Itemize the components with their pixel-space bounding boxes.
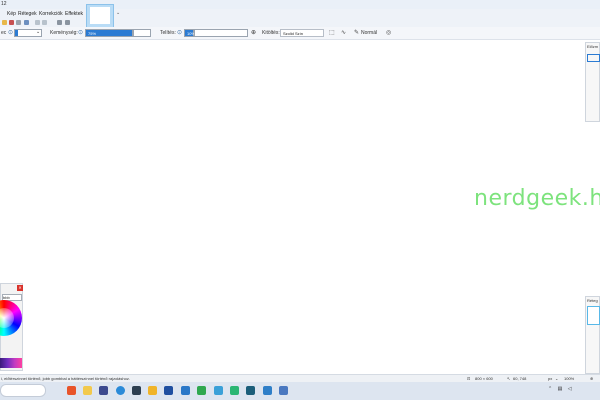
paintdotnet-icon[interactable] [279, 386, 288, 395]
history-panel: Előzm [585, 42, 600, 122]
undo-icon[interactable] [35, 20, 40, 25]
hardness-value: 75% [88, 31, 97, 36]
fill-label: Telítés: [160, 30, 176, 36]
hardness-label: Keménység: [50, 30, 78, 36]
fill-slider-rest[interactable] [194, 29, 248, 37]
cursor-icon: ↖ [507, 376, 511, 381]
notes-icon[interactable] [246, 386, 255, 395]
brave-icon[interactable] [67, 386, 76, 395]
fill-icon: ⊙ [177, 30, 183, 36]
resize-icon[interactable] [24, 20, 29, 25]
layer-thumbnail[interactable] [587, 306, 600, 325]
vpn-icon[interactable] [99, 386, 108, 395]
unit-selector[interactable]: px [548, 376, 552, 381]
chevron-up-icon[interactable]: ⌃ [548, 386, 552, 392]
alpha-icon[interactable]: ◎ [386, 29, 391, 36]
store-icon[interactable] [132, 386, 141, 395]
fill-mode-dropdown[interactable]: Szolid Szín [280, 29, 324, 37]
menu-layers[interactable]: Rétegek [18, 11, 37, 17]
fill-mode-value: Szolid Szín [283, 31, 304, 36]
network-icon[interactable]: ▤ [558, 386, 563, 392]
canvas-size-icon: ⊡ [467, 376, 471, 381]
menu-adjustments[interactable]: Korrekciók [39, 11, 63, 17]
antialias-icon[interactable]: ⊕ [251, 29, 256, 36]
brush-width-icon: ⊙ [8, 30, 14, 36]
calendar-icon[interactable] [181, 386, 190, 395]
zoom-slider-icon[interactable]: ⊕ [590, 376, 593, 381]
fill-slider[interactable]: 10% [184, 29, 195, 37]
blend-mode-value[interactable]: Normál [361, 30, 377, 36]
taskbar-search[interactable] [0, 384, 46, 397]
menu-effects[interactable]: Effektek [65, 11, 83, 17]
tray-area: ⌃ ▤ ◁ [548, 386, 572, 392]
cursor-position: 60, 748 [513, 376, 527, 381]
volume-icon[interactable]: ◁ [568, 386, 572, 392]
window-title: 12 [1, 1, 7, 7]
open-icon[interactable] [2, 20, 7, 25]
grid-icon[interactable] [57, 20, 62, 25]
brush-width-label: ec [1, 30, 7, 36]
watermark: nerdgeek.hu [474, 186, 600, 211]
zoom-level[interactable]: 100% [564, 376, 574, 381]
history-panel-title: Előzm [587, 44, 599, 49]
redo-icon[interactable] [42, 20, 47, 25]
file-explorer-icon[interactable] [83, 386, 92, 395]
close-icon[interactable]: ✕ [17, 285, 23, 291]
image-tab-thumbnail[interactable] [86, 4, 114, 28]
color-palette-strip[interactable] [0, 358, 22, 368]
paste-icon[interactable] [9, 20, 14, 25]
xbox-icon[interactable] [197, 386, 206, 395]
blend-mode-icon[interactable]: ✎ [354, 29, 359, 36]
docs-icon[interactable] [263, 386, 272, 395]
canvas-size: 800 × 600 [475, 376, 493, 381]
layers-panel: Réteg [585, 296, 600, 374]
files-icon[interactable] [148, 386, 157, 395]
menu-image[interactable]: Kép [7, 11, 16, 17]
zoom-dropdown-icon[interactable]: ⌄ [555, 376, 558, 381]
history-selected-item[interactable] [587, 54, 600, 62]
tab-dropdown-icon[interactable]: ⌄ [116, 10, 120, 16]
fill-mode-label: Kitöltés: [262, 30, 280, 36]
hardness-icon: ⊙ [78, 30, 84, 36]
image-thumbnail [90, 7, 110, 24]
hardness-slider[interactable]: 75% [85, 29, 133, 37]
ruler-icon[interactable] [65, 20, 70, 25]
antialias-toggle-icon[interactable]: ∿ [341, 29, 346, 36]
edge-icon[interactable] [116, 386, 125, 395]
layers-panel-title: Réteg [587, 298, 598, 303]
status-hint: i, előtérszínnel történő, jobb gombbal a… [1, 376, 130, 381]
brush-width-dropdown-icon[interactable]: ⌄ [36, 29, 40, 35]
photos-icon[interactable] [214, 386, 223, 395]
hardness-slider-rest[interactable] [133, 29, 151, 37]
mail-icon[interactable] [164, 386, 173, 395]
crop-icon[interactable] [16, 20, 21, 25]
selection-mode-icon[interactable]: ⬚ [329, 29, 335, 36]
paint-icon[interactable] [230, 386, 239, 395]
